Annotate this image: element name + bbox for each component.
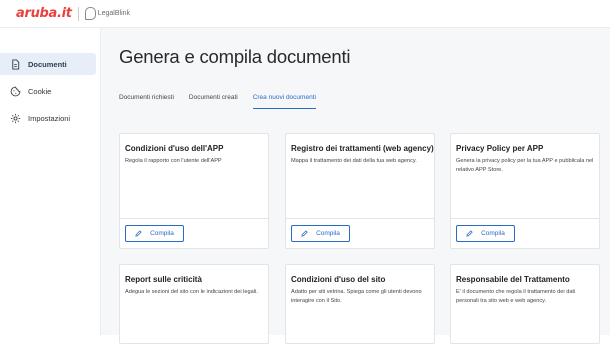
document-card-condizioni-sito: Condizioni d'uso del sito Adatto per sit…	[285, 264, 435, 344]
sidebar-item-label: Documenti	[28, 59, 67, 69]
pencil-icon	[135, 230, 142, 237]
compila-button-label: Compila	[150, 230, 174, 237]
compila-button[interactable]: Compila	[291, 225, 350, 242]
card-title: Responsabile del Trattamento	[456, 275, 570, 284]
sidebar-item-label: Cookie	[28, 86, 52, 96]
tab-documenti-richiesti[interactable]: Documenti richiesti	[119, 94, 174, 109]
card-description: Genera la privacy policy per la tua APP …	[456, 158, 594, 173]
card-description: Mappa il trattamento dei dati della tua …	[291, 158, 417, 164]
document-card-responsabile-trattamento: Responsabile del Trattamento E' il docum…	[450, 264, 600, 344]
legalblink-mark-icon	[84, 7, 96, 20]
page-title: Genera e compila documenti	[119, 46, 351, 67]
card-title: Condizioni d'uso dell'APP	[125, 144, 224, 153]
card-footer: Compila	[451, 218, 599, 248]
compila-button-label: Compila	[316, 230, 340, 237]
card-description: Adegua le sezioni del sito con le indica…	[125, 289, 258, 295]
tab-documenti-creati[interactable]: Documenti creati	[189, 94, 238, 109]
compila-button[interactable]: Compila	[125, 225, 184, 242]
sidebar-item-documenti[interactable]: Documenti	[0, 53, 96, 75]
document-card-privacy-policy-app: Privacy Policy per APP Genera la privacy…	[450, 133, 600, 249]
sidebar-item-impostazioni[interactable]: Impostazioni	[0, 107, 100, 129]
aruba-logo[interactable]: aruba.it	[16, 6, 72, 21]
card-title: Report sulle criticità	[125, 275, 202, 284]
gear-icon	[9, 112, 21, 124]
card-footer: Compila	[120, 218, 268, 248]
card-title: Privacy Policy per APP	[456, 144, 544, 153]
document-card-condizioni-app: Condizioni d'uso dell'APP Regola il rapp…	[119, 133, 269, 249]
tab-crea-nuovi-documenti[interactable]: Crea nuovi documenti	[252, 94, 316, 109]
document-card-report-criticita: Report sulle criticità Adegua le sezioni…	[119, 264, 269, 344]
document-icon	[9, 58, 21, 70]
main-content: Genera e compila documenti Documenti ric…	[101, 28, 610, 344]
top-bar: aruba.it LegalBlink	[0, 0, 610, 28]
sidebar-item-cookie[interactable]: Cookie	[0, 80, 100, 102]
sidebar-item-label: Impostazioni	[28, 113, 71, 123]
pencil-icon	[301, 230, 308, 237]
card-description: Regola il rapporto con l'utente dell'APP	[125, 158, 222, 164]
card-description: E' il documento che regola il trattament…	[456, 289, 576, 304]
card-title: Registro dei trattamenti (web agency)	[291, 144, 434, 153]
card-description: Adatto per siti vetrina. Spiega come gli…	[291, 289, 422, 304]
compila-button[interactable]: Compila	[456, 225, 515, 242]
cookie-icon	[9, 85, 21, 97]
legalblink-logo: LegalBlink	[84, 7, 131, 20]
sidebar: Documenti Cookie Impostazioni	[0, 28, 101, 335]
document-card-registro-trattamenti: Registro dei trattamenti (web agency) Ma…	[285, 133, 435, 249]
legalblink-label: LegalBlink	[97, 10, 131, 17]
tab-bar: Documenti richiesti Documenti creati Cre…	[119, 94, 331, 109]
logo-divider	[77, 6, 79, 21]
compila-button-label: Compila	[481, 230, 505, 237]
pencil-icon	[466, 230, 473, 237]
card-title: Condizioni d'uso del sito	[291, 275, 386, 284]
card-footer: Compila	[286, 218, 434, 248]
